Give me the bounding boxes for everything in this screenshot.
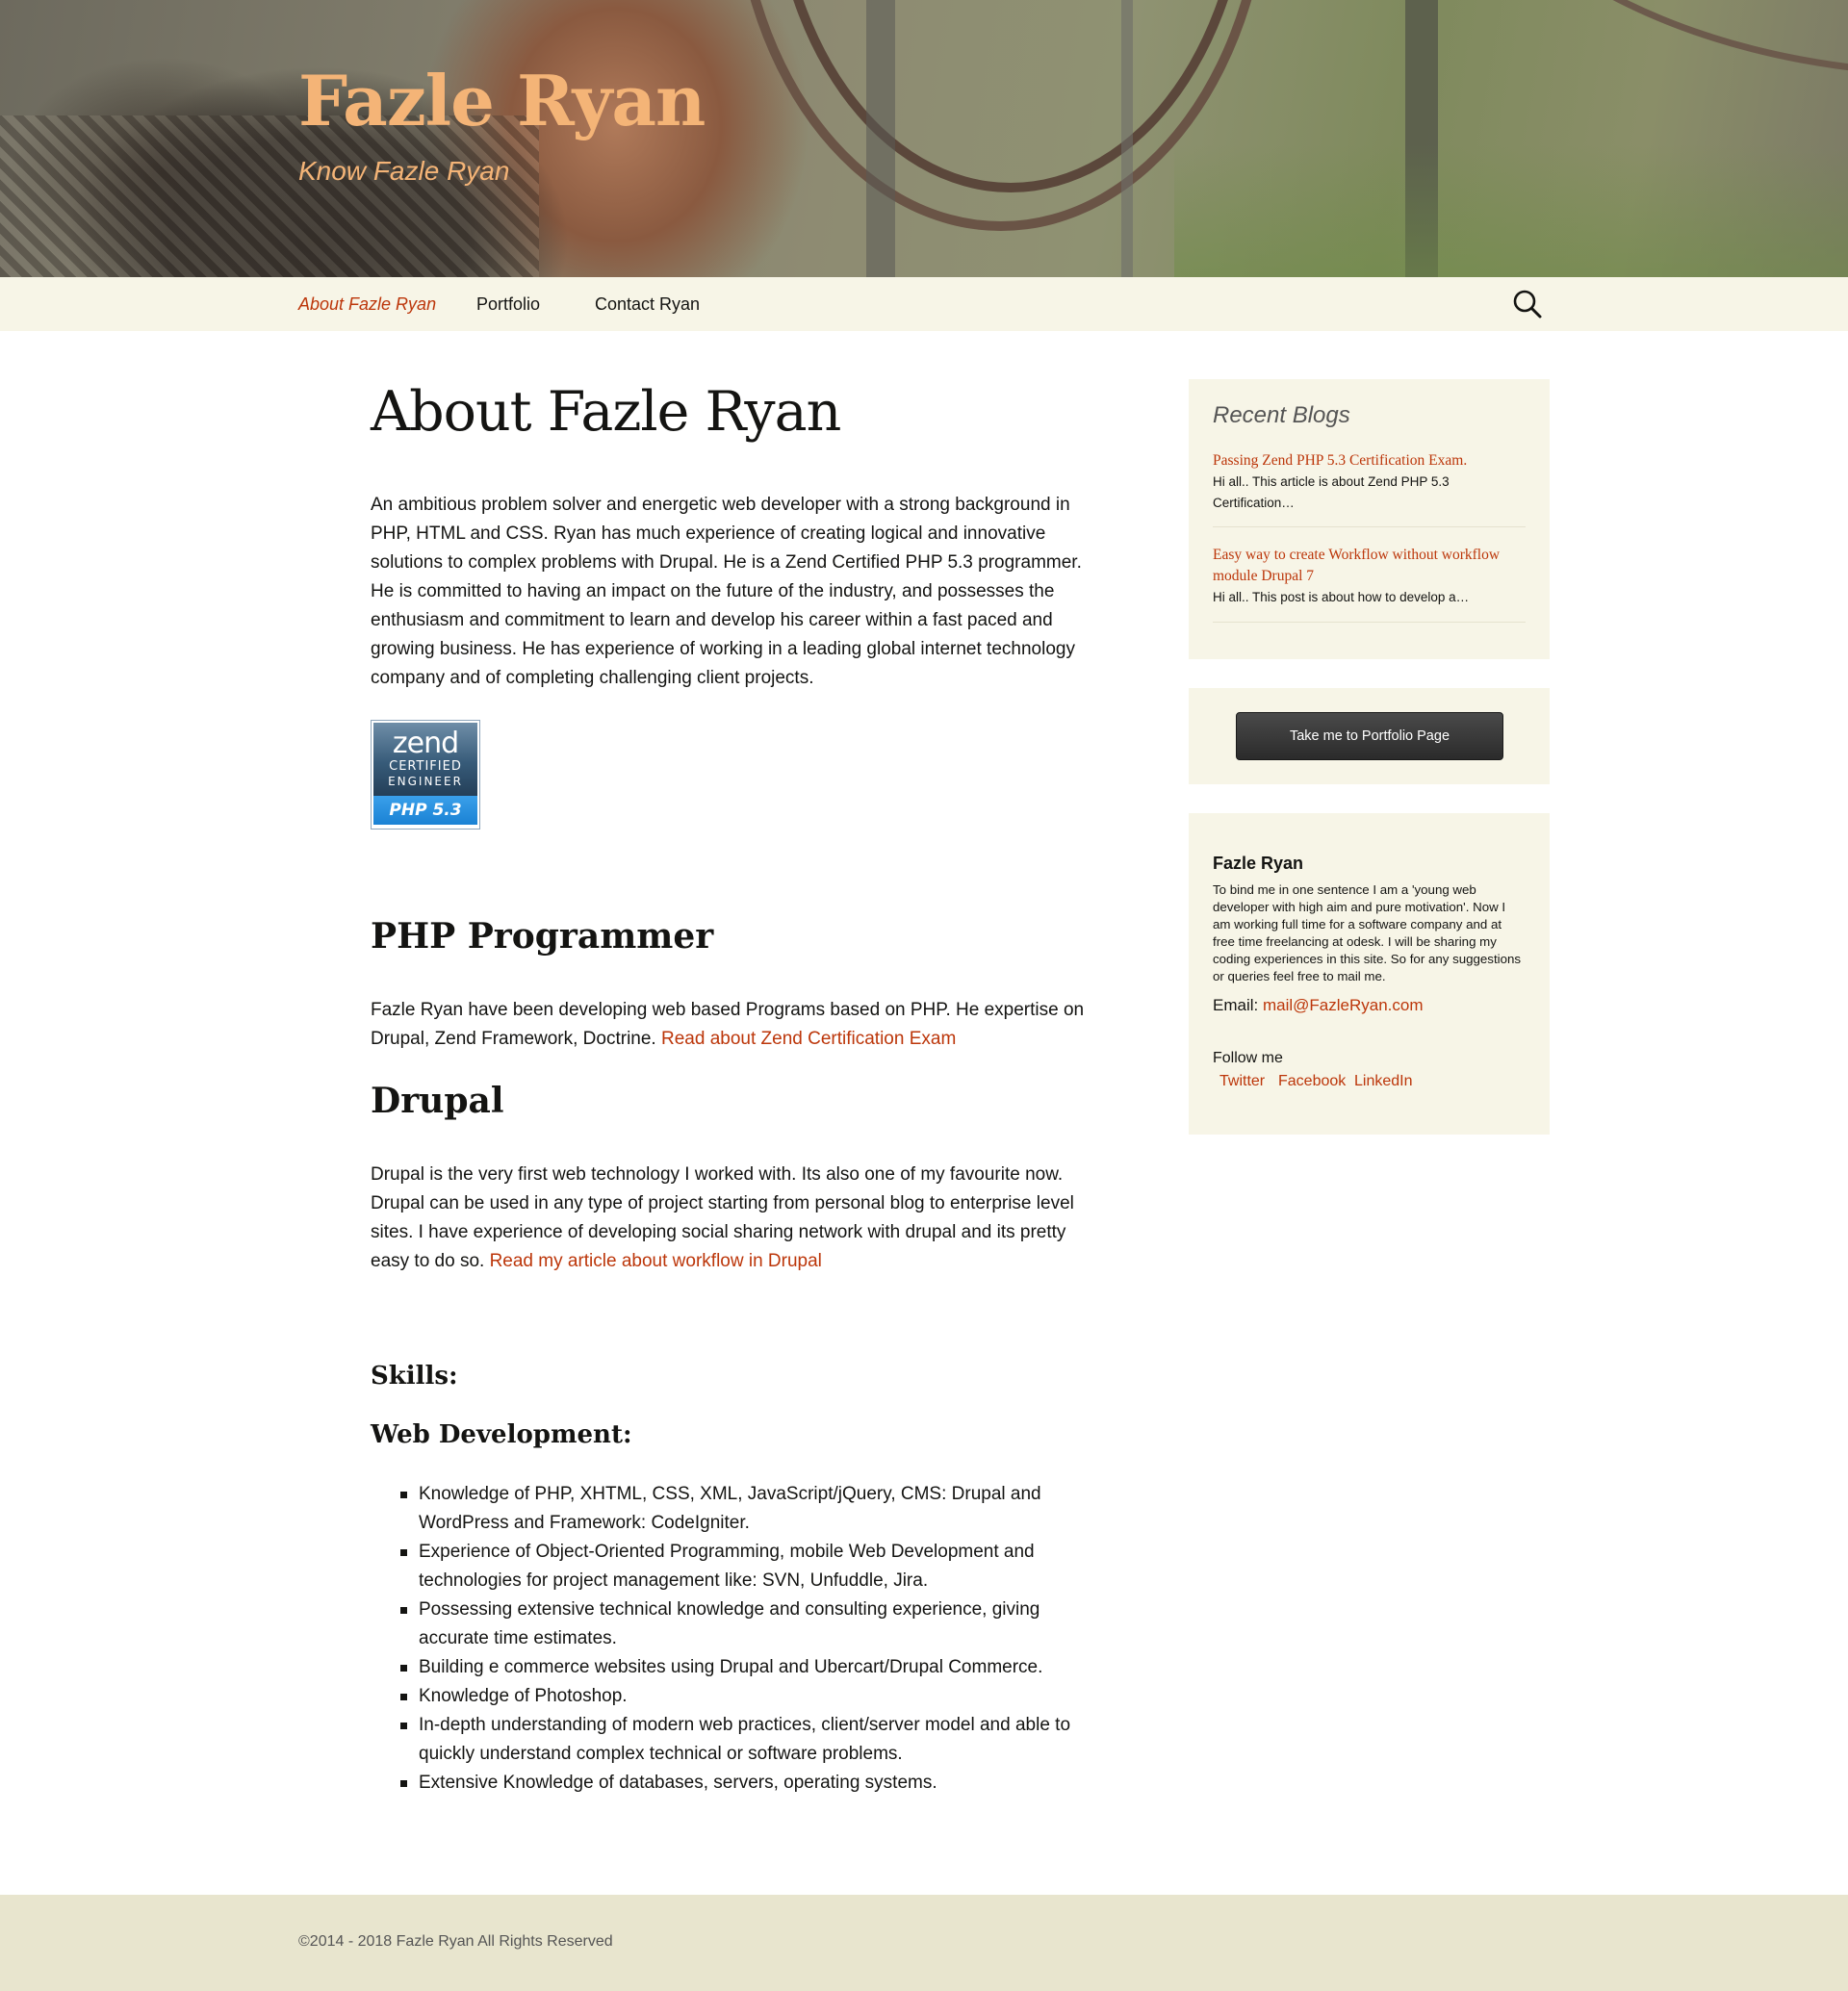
site-title[interactable]: Fazle Ryan: [298, 60, 706, 141]
zend-badge-version: PHP 5.3: [373, 796, 477, 825]
site-footer: ©2014 - 2018 Fazle Ryan All Rights Reser…: [0, 1895, 1848, 1991]
author-widget: Fazle Ryan To bind me in one sentence I …: [1189, 813, 1550, 1135]
copyright-text: ©2014 - 2018 Fazle Ryan All Rights Reser…: [298, 1933, 613, 1950]
facebook-link[interactable]: Facebook: [1278, 1073, 1346, 1090]
skill-item: Experience of Object-Oriented Programmin…: [400, 1538, 1102, 1595]
site-header: Fazle Ryan Know Fazle Ryan: [0, 0, 1848, 277]
email-label: Email:: [1213, 996, 1263, 1014]
skills-list: Knowledge of PHP, XHTML, CSS, XML, JavaS…: [400, 1480, 1102, 1798]
skill-item: Possessing extensive technical knowledge…: [400, 1595, 1102, 1653]
main-navigation: About Fazle Ryan Portfolio Contact Ryan: [0, 277, 1848, 331]
header-photo-pole: [866, 0, 895, 277]
skill-item: Knowledge of Photoshop.: [400, 1682, 1102, 1711]
drupal-workflow-link[interactable]: Read my article about workflow in Drupal: [490, 1251, 822, 1271]
drupal-paragraph: Drupal is the very first web technology …: [371, 1161, 1102, 1276]
intro-paragraph: An ambitious problem solver and energeti…: [371, 495, 1082, 688]
site-tagline: Know Fazle Ryan: [298, 156, 510, 186]
page-title: About Fazle Ryan: [371, 380, 841, 444]
skills-heading: Skills:: [371, 1362, 458, 1391]
drupal-heading: Drupal: [371, 1081, 504, 1121]
author-email: Email: mail@FazleRyan.com: [1213, 996, 1424, 1015]
skill-item: Building e commerce websites using Drupa…: [400, 1653, 1102, 1682]
zend-badge-engineer: ENGINEER: [388, 775, 463, 788]
recent-post-excerpt: Hi all.. This article is about Zend PHP …: [1213, 474, 1450, 510]
zend-logo-word: zend: [392, 727, 459, 760]
linkedin-link[interactable]: LinkedIn: [1354, 1073, 1413, 1090]
recent-blogs-widget: Recent Blogs Passing Zend PHP 5.3 Certif…: [1189, 379, 1550, 659]
header-photo-track: [1424, 0, 1848, 77]
header-photo-grass: [1174, 144, 1848, 277]
post-divider: [1213, 526, 1526, 527]
skill-item: Knowledge of PHP, XHTML, CSS, XML, JavaS…: [400, 1480, 1102, 1538]
nav-item-contact[interactable]: Contact Ryan: [595, 277, 700, 331]
zend-badge-top: zend CERTIFIED ENGINEER: [373, 723, 477, 796]
php-heading: PHP Programmer: [371, 916, 714, 957]
skill-item: In-depth understanding of modern web pra…: [400, 1711, 1102, 1769]
twitter-link[interactable]: Twitter: [1219, 1073, 1265, 1090]
recent-post: Easy way to create Workflow without work…: [1213, 545, 1526, 608]
web-development-heading: Web Development:: [371, 1420, 632, 1449]
portfolio-page-button[interactable]: Take me to Portfolio Page: [1236, 712, 1503, 760]
recent-post: Passing Zend PHP 5.3 Certification Exam.…: [1213, 450, 1526, 514]
zend-certification-link[interactable]: Read about Zend Certification Exam: [661, 1029, 956, 1049]
nav-item-portfolio[interactable]: Portfolio: [476, 277, 540, 331]
author-name: Fazle Ryan: [1213, 854, 1304, 873]
search-icon[interactable]: [1512, 289, 1543, 319]
author-bio: To bind me in one sentence I am a 'young…: [1213, 882, 1522, 983]
header-photo-pole: [1121, 0, 1133, 277]
recent-blogs-title: Recent Blogs: [1213, 402, 1350, 428]
portfolio-widget: Take me to Portfolio Page: [1189, 688, 1550, 784]
post-divider: [1213, 622, 1526, 623]
nav-item-about[interactable]: About Fazle Ryan: [298, 277, 436, 331]
skill-item: Extensive Knowledge of databases, server…: [400, 1769, 1102, 1798]
zend-certified-badge: zend CERTIFIED ENGINEER PHP 5.3: [371, 720, 480, 830]
php-paragraph: Fazle Ryan have been developing web base…: [371, 996, 1102, 1054]
follow-me-label: Follow me: [1213, 1050, 1283, 1066]
recent-post-excerpt: Hi all.. This post is about how to devel…: [1213, 590, 1470, 604]
email-link[interactable]: mail@FazleRyan.com: [1263, 996, 1424, 1014]
recent-post-link[interactable]: Passing Zend PHP 5.3 Certification Exam.: [1213, 450, 1526, 472]
zend-badge-certified: CERTIFIED: [389, 759, 462, 774]
recent-post-link[interactable]: Easy way to create Workflow without work…: [1213, 545, 1526, 587]
